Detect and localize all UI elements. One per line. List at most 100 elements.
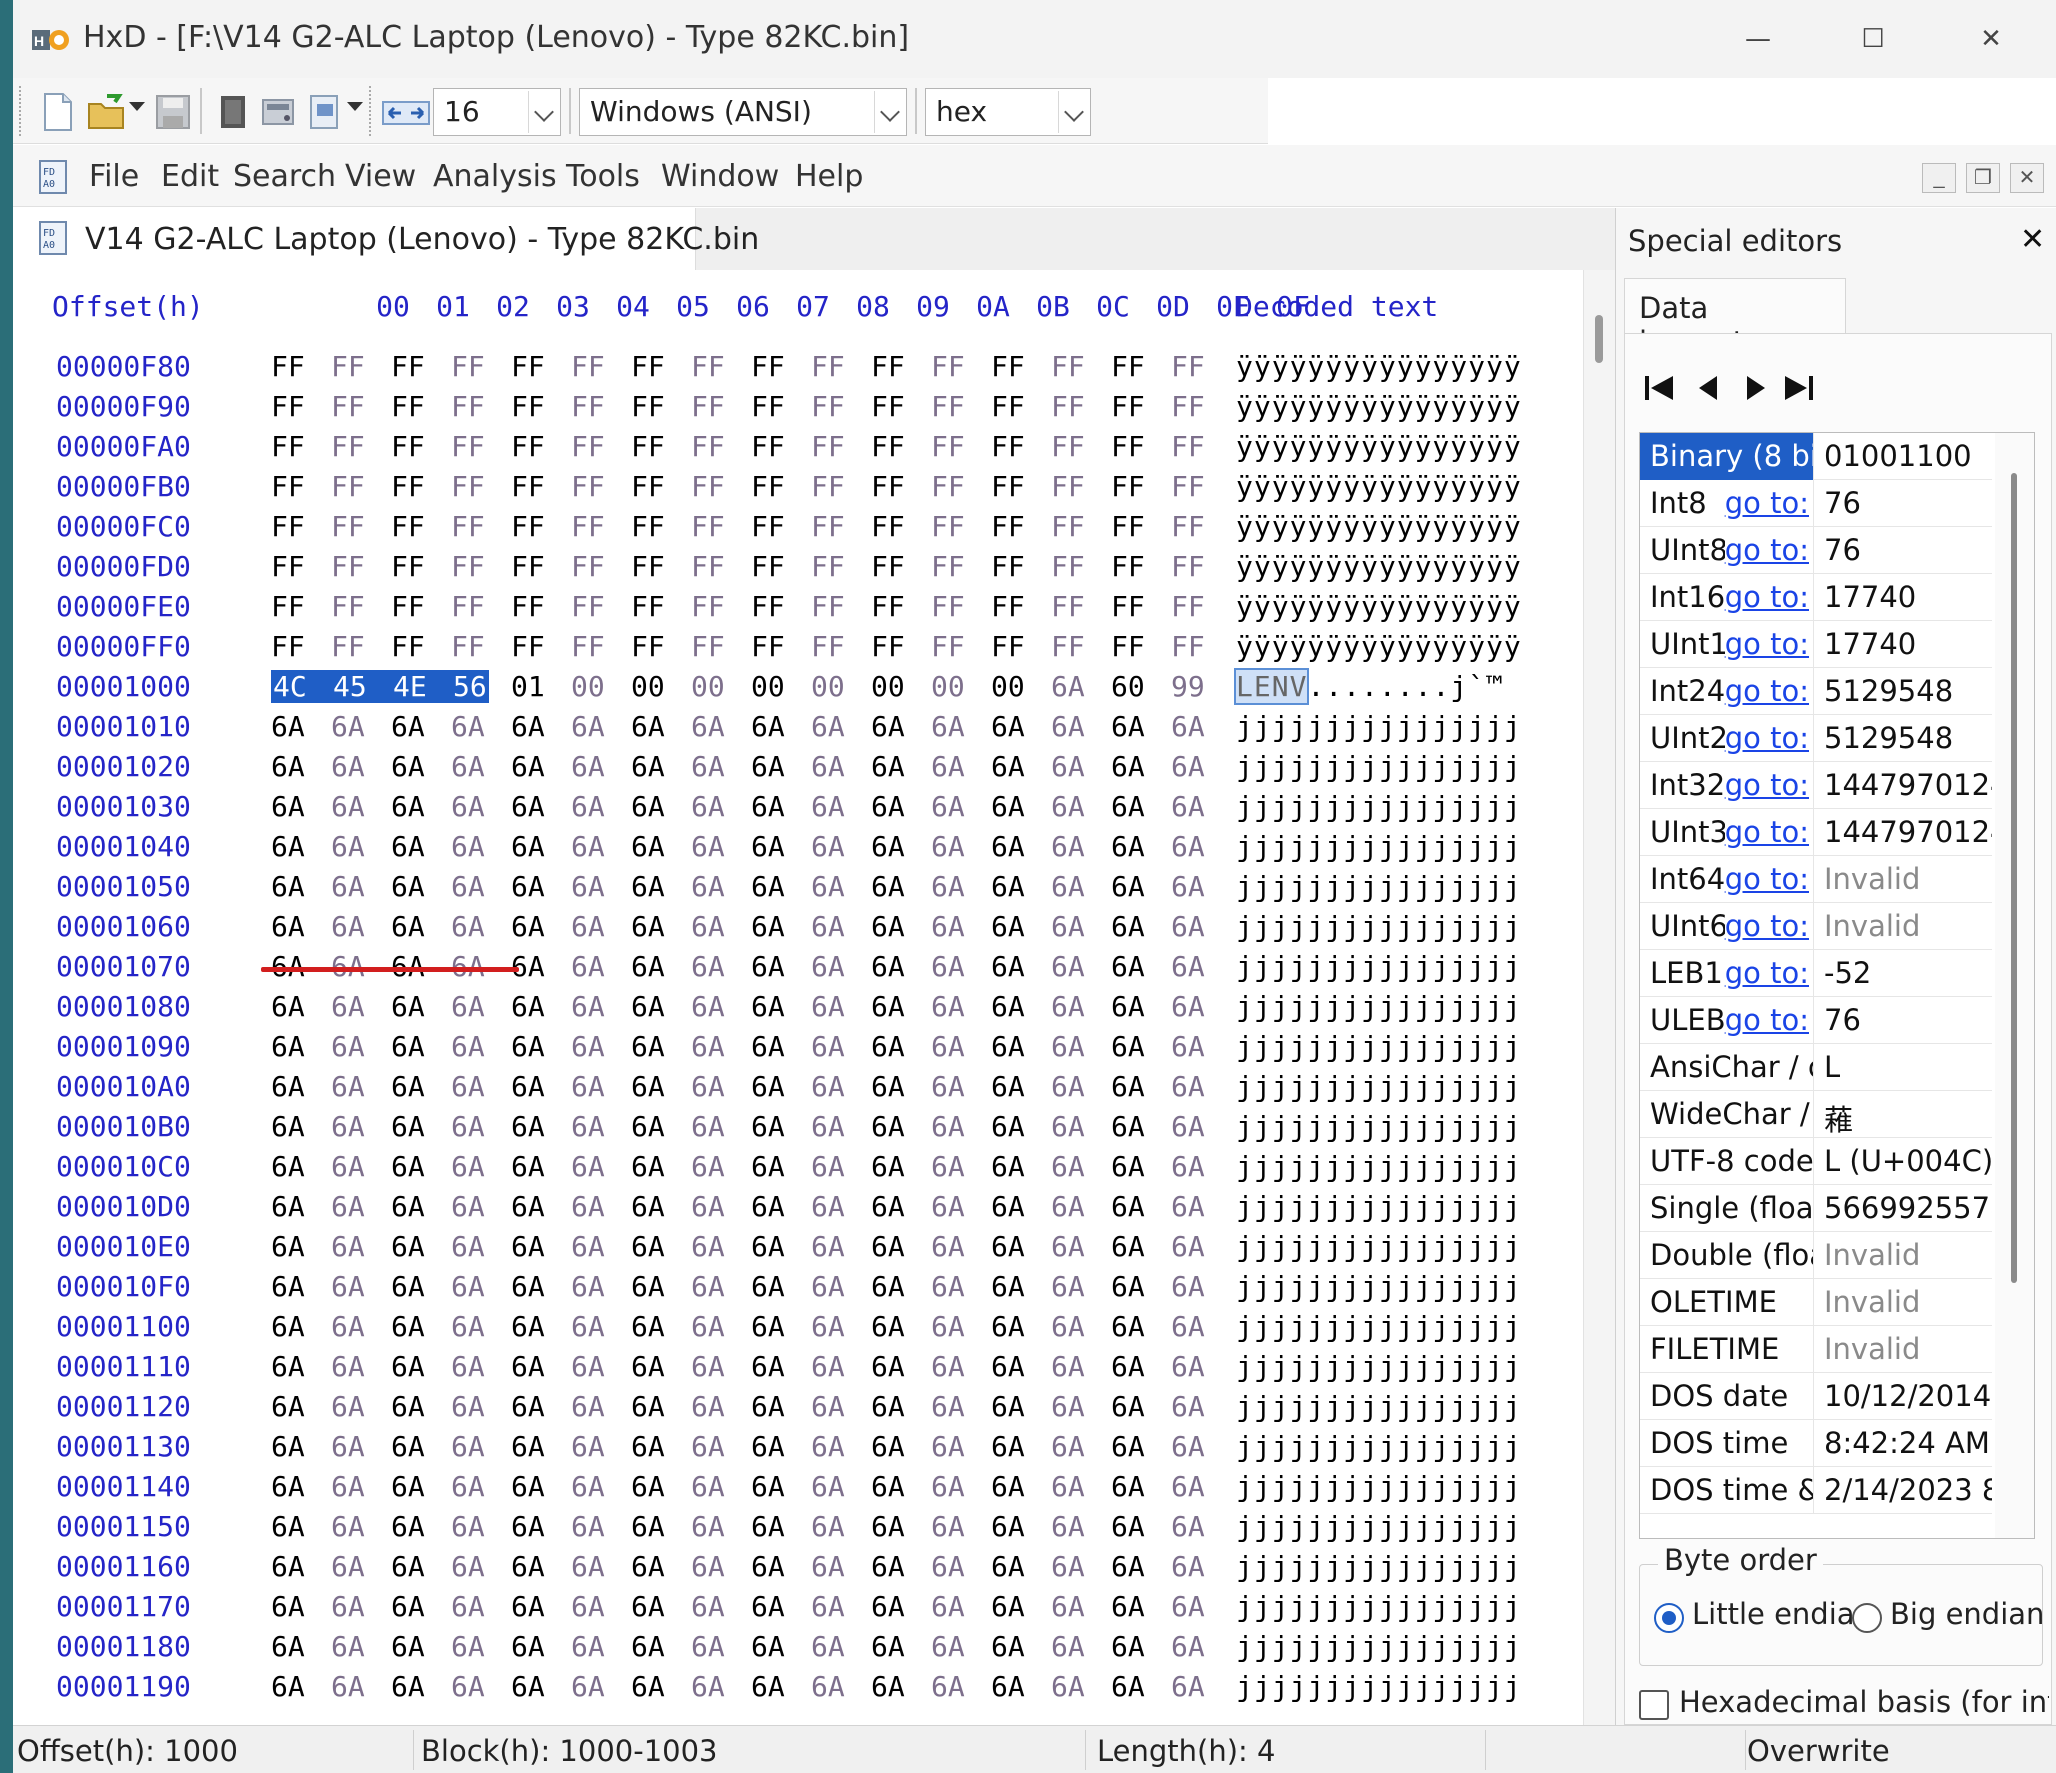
menu-analysis[interactable]: Analysis bbox=[433, 159, 557, 194]
hex-byte[interactable]: 6A bbox=[871, 1110, 905, 1143]
hex-byte[interactable]: 6A bbox=[691, 950, 725, 983]
hex-byte[interactable]: 00 bbox=[811, 670, 845, 703]
hex-byte[interactable]: 6A bbox=[751, 1390, 785, 1423]
hex-byte[interactable]: 6A bbox=[991, 990, 1025, 1023]
hex-byte[interactable]: FF bbox=[811, 350, 845, 383]
hex-byte[interactable]: 6A bbox=[331, 1590, 365, 1623]
scrollbar-thumb[interactable] bbox=[2011, 473, 2017, 1283]
hex-byte[interactable]: 6A bbox=[1051, 1190, 1085, 1223]
hex-byte[interactable]: 6A bbox=[1111, 1590, 1145, 1623]
hex-byte[interactable]: FF bbox=[691, 630, 725, 663]
inspector-row-value[interactable]: 17740 bbox=[1816, 621, 1992, 668]
mdi-close-button[interactable]: ✕ bbox=[2010, 163, 2044, 193]
hex-byte[interactable]: 6A bbox=[271, 1590, 305, 1623]
hex-byte[interactable]: 6A bbox=[991, 1430, 1025, 1463]
hex-byte[interactable]: 6A bbox=[451, 1230, 485, 1263]
hex-byte[interactable]: 6A bbox=[1171, 1150, 1205, 1183]
hex-row[interactable]: 000010D0 6A 6A 6A 6A 6A 6A 6A 6A 6A 6A 6A 6A 6A 6A 6A 6A… bbox=[13, 1190, 1593, 1230]
hex-byte[interactable]: FF bbox=[1051, 630, 1085, 663]
hex-row[interactable]: 00001000 4C 45 4E 56 01 00 00 00 00 00 00 00 00 6A 60 99… bbox=[13, 668, 1593, 710]
hex-byte[interactable]: 6A bbox=[631, 950, 665, 983]
inspector-row[interactable]: DOS time 8:42:24 AM bbox=[1640, 1420, 1992, 1467]
hex-byte[interactable]: 6A bbox=[871, 1070, 905, 1103]
hex-byte[interactable]: 6A bbox=[631, 1270, 665, 1303]
inspector-row[interactable]: Int8 go to: 76 bbox=[1640, 480, 1992, 527]
hex-byte[interactable]: 6A bbox=[691, 1310, 725, 1343]
hex-byte[interactable]: 6A bbox=[1051, 1070, 1085, 1103]
hex-byte[interactable]: 6A bbox=[1171, 1590, 1205, 1623]
hex-byte[interactable]: 6A bbox=[1051, 990, 1085, 1023]
hex-byte[interactable]: 6A bbox=[751, 1670, 785, 1703]
hex-byte[interactable]: 6A bbox=[991, 1350, 1025, 1383]
hex-byte[interactable]: 6A bbox=[331, 830, 365, 863]
decoded-text[interactable]: jjjjjjjjjjjjjjjj bbox=[1236, 910, 1522, 943]
inspector-row-value[interactable]: L (U+004C) bbox=[1816, 1138, 1992, 1185]
goto-link[interactable]: go to: bbox=[1724, 533, 1809, 567]
hex-byte[interactable]: FF bbox=[331, 390, 365, 423]
hex-byte[interactable]: 6A bbox=[631, 1430, 665, 1463]
hex-byte[interactable]: 6A bbox=[511, 710, 545, 743]
hex-byte[interactable]: 6A bbox=[1051, 1670, 1085, 1703]
hex-byte[interactable]: 6A bbox=[631, 830, 665, 863]
decoded-text[interactable]: jjjjjjjjjjjjjjjj bbox=[1236, 870, 1522, 903]
hex-byte[interactable]: 6A bbox=[871, 1310, 905, 1343]
decoded-text[interactable]: jjjjjjjjjjjjjjjj bbox=[1236, 1110, 1522, 1143]
hex-byte[interactable]: 6A bbox=[1051, 1110, 1085, 1143]
hex-byte[interactable]: 00 bbox=[931, 670, 965, 703]
hex-byte[interactable]: 6A bbox=[331, 1070, 365, 1103]
decoded-text[interactable]: jjjjjjjjjjjjjjjj bbox=[1236, 1630, 1522, 1663]
hex-byte[interactable]: 6A bbox=[1111, 790, 1145, 823]
hex-byte[interactable]: 6A bbox=[931, 1470, 965, 1503]
hex-byte[interactable]: FF bbox=[1051, 470, 1085, 503]
hex-byte[interactable]: 6A bbox=[331, 1190, 365, 1223]
goto-link[interactable]: go to: bbox=[1724, 768, 1809, 802]
hex-byte[interactable]: 6A bbox=[871, 1150, 905, 1183]
hex-byte[interactable]: 6A bbox=[631, 910, 665, 943]
hex-byte[interactable]: 6A bbox=[331, 1550, 365, 1583]
hex-byte[interactable]: 6A bbox=[871, 1430, 905, 1463]
hex-byte[interactable]: FF bbox=[991, 390, 1025, 423]
hex-byte[interactable]: 6A bbox=[271, 990, 305, 1023]
hex-byte[interactable]: 6A bbox=[271, 1070, 305, 1103]
inspector-row-name[interactable]: Binary (8 bit) bbox=[1640, 433, 1814, 480]
hex-byte[interactable]: FF bbox=[751, 590, 785, 623]
hex-byte[interactable]: 6A bbox=[1111, 1670, 1145, 1703]
hex-byte[interactable]: FF bbox=[991, 350, 1025, 383]
hex-byte[interactable]: FF bbox=[391, 390, 425, 423]
hex-byte[interactable]: FF bbox=[1051, 550, 1085, 583]
hex-byte[interactable]: 6A bbox=[331, 1390, 365, 1423]
decoded-text[interactable]: ÿÿÿÿÿÿÿÿÿÿÿÿÿÿÿÿ bbox=[1236, 630, 1522, 663]
hex-row[interactable]: 00000FD0 FF FF FF FF FF FF FF FF FF FF FF FF FF FF FF FF… bbox=[13, 550, 1593, 590]
hex-byte[interactable]: 6A bbox=[451, 1350, 485, 1383]
hex-byte[interactable]: FF bbox=[1051, 350, 1085, 383]
hex-byte[interactable]: 6A bbox=[1111, 1070, 1145, 1103]
inspector-row[interactable]: UTF-8 code pointL (U+004C) bbox=[1640, 1138, 1992, 1185]
hex-byte[interactable]: FF bbox=[991, 510, 1025, 543]
hex-byte[interactable]: 6A bbox=[811, 830, 845, 863]
hex-byte[interactable]: 6A bbox=[871, 750, 905, 783]
hex-byte[interactable]: 6A bbox=[451, 1190, 485, 1223]
hex-row[interactable]: 000010E0 6A 6A 6A 6A 6A 6A 6A 6A 6A 6A 6A 6A 6A 6A 6A 6A… bbox=[13, 1230, 1593, 1270]
hex-byte[interactable]: FF bbox=[451, 390, 485, 423]
hex-byte[interactable]: 6A bbox=[811, 1630, 845, 1663]
goto-link[interactable]: go to: bbox=[1724, 909, 1809, 943]
decoded-text[interactable]: jjjjjjjjjjjjjjjj bbox=[1236, 1030, 1522, 1063]
hex-byte[interactable]: 6A bbox=[751, 1110, 785, 1143]
hex-byte[interactable]: 6A bbox=[1051, 1230, 1085, 1263]
hex-byte[interactable]: 6A bbox=[811, 1470, 845, 1503]
inspector-vertical-scrollbar[interactable] bbox=[1995, 433, 2034, 1538]
menu-file[interactable]: File bbox=[89, 159, 139, 194]
inspector-row-value[interactable]: 1447970124 bbox=[1816, 809, 1992, 856]
hex-row[interactable]: 000010706A6A6A6A6A6A6A6A6A6A6A6A6A6A6A6A… bbox=[13, 950, 1593, 990]
hex-byte[interactable]: 6A bbox=[1171, 1350, 1205, 1383]
hex-byte[interactable]: 6A bbox=[751, 1590, 785, 1623]
hex-byte[interactable]: 6A bbox=[331, 1030, 365, 1063]
inspector-row-value[interactable]: Invalid bbox=[1816, 856, 1992, 903]
open-file-icon[interactable] bbox=[85, 90, 129, 134]
hex-byte[interactable]: 6A bbox=[1051, 1510, 1085, 1543]
mdi-minimize-button[interactable]: _ bbox=[1922, 163, 1956, 193]
hex-byte[interactable]: 6A bbox=[931, 1030, 965, 1063]
next-record-icon[interactable] bbox=[1735, 368, 1775, 408]
hex-byte[interactable]: 6A bbox=[871, 1230, 905, 1263]
hex-byte[interactable]: 6A bbox=[1111, 1430, 1145, 1463]
